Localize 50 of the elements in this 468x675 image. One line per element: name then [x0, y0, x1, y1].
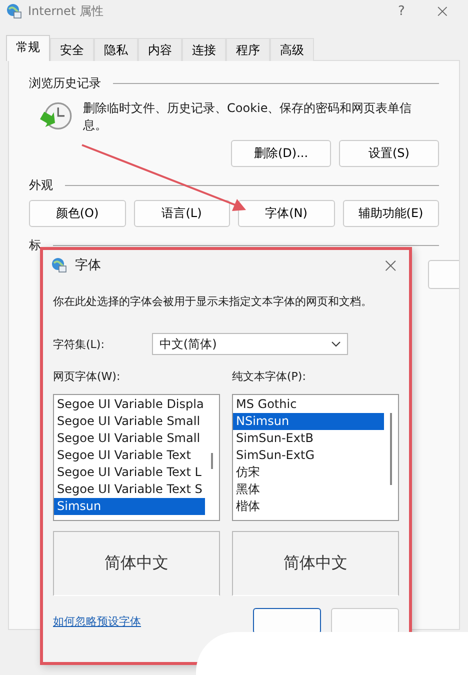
ignore-fonts-link[interactable]: 如何忽略预设字体: [53, 614, 141, 628]
window-title: Internet 属性: [28, 2, 104, 20]
tab[interactable]: 高级: [270, 38, 314, 61]
font-item[interactable]: Segoe UI Variable Text S: [54, 481, 205, 498]
chevron-icon: [331, 341, 342, 347]
list-label: 纯文本字体(P):: [232, 369, 307, 384]
history-button[interactable]: 删除(D)...: [231, 140, 331, 167]
font-item[interactable]: Segoe UI Variable Small: [54, 430, 205, 447]
font-preview: 简体中文: [53, 531, 220, 596]
tab[interactable]: 内容: [138, 38, 182, 61]
font-item[interactable]: 仿宋: [233, 464, 384, 481]
dialog-button[interactable]: [253, 608, 321, 634]
font-item[interactable]: NSimsun: [233, 413, 384, 430]
section-heading: 标: [29, 237, 41, 254]
font-item[interactable]: 楷体: [233, 498, 384, 515]
tab[interactable]: 安全: [50, 38, 94, 61]
font-item[interactable]: Segoe UI Variable Small: [54, 413, 205, 430]
font-item[interactable]: MS Gothic: [233, 396, 384, 413]
tab[interactable]: 常规: [6, 35, 50, 61]
font-item[interactable]: Simsun: [54, 498, 205, 515]
font-item[interactable]: 黑体: [233, 481, 384, 498]
scrollbar-thumb[interactable]: [390, 413, 392, 485]
charset-label: 字符集(L):: [53, 336, 104, 352]
dialog-description: 你在此处选择的字体会被用于显示未指定文本字体的网页和文档。: [53, 294, 373, 309]
font-item[interactable]: Segoe UI Variable Text L: [54, 464, 205, 481]
close-button[interactable]: ×: [376, 253, 405, 277]
section-heading: 外观: [29, 177, 53, 194]
font-item[interactable]: SimSun-ExtG: [233, 447, 384, 464]
list-label: 网页字体(W):: [53, 369, 122, 384]
appearance-button[interactable]: 字体(N): [238, 200, 334, 227]
font-preview: 简体中文: [232, 531, 399, 596]
appearance-button[interactable]: 颜色(O): [29, 200, 126, 227]
font-item[interactable]: Segoe UI Variable Text: [54, 447, 205, 464]
history-description: 删除临时文件、历史记录、Cookie、保存的密码和网页表单信息。: [83, 100, 413, 134]
appearance-button[interactable]: 语言(L): [134, 200, 230, 227]
section-heading: 浏览历史记录: [29, 75, 101, 92]
close-button[interactable]: ×: [422, 0, 462, 22]
globe-icon: [51, 257, 67, 273]
tab[interactable]: 隐私: [94, 38, 138, 61]
charset-dropdown[interactable]: 中文(简体): [152, 333, 348, 355]
dialog-title: 字体: [75, 257, 101, 274]
font-item[interactable]: SimSun-ExtB: [233, 430, 384, 447]
tab[interactable]: 连接: [182, 38, 226, 61]
font-item[interactable]: Segoe UI Variable Displa: [54, 396, 205, 413]
tab[interactable]: 程序: [226, 38, 270, 61]
help-button[interactable]: ?: [386, 4, 417, 18]
globe-icon: [6, 3, 22, 19]
history-button[interactable]: 设置(S): [339, 140, 439, 167]
scrollbar-thumb[interactable]: [211, 453, 213, 469]
appearance-button[interactable]: 辅助功能(E): [342, 200, 439, 227]
